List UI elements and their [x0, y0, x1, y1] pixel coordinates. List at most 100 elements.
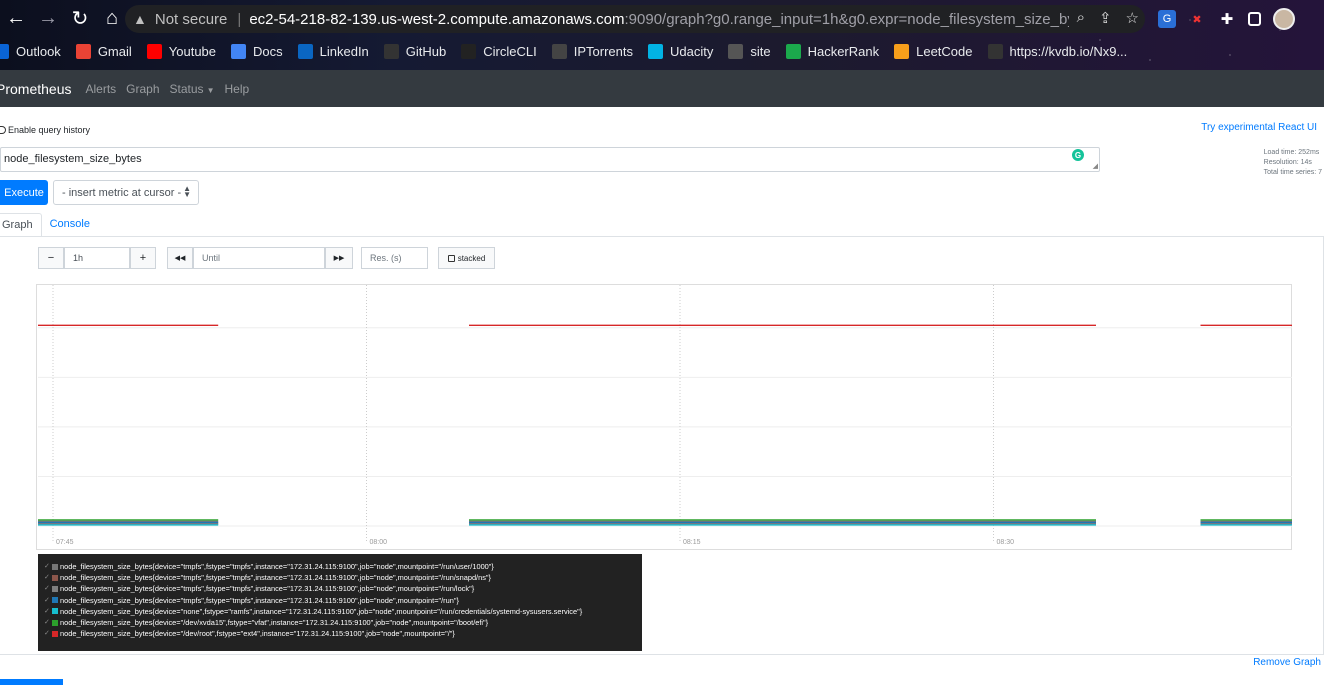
history-checkbox[interactable] [0, 126, 6, 134]
select-arrows-icon: ▲ ▼ [183, 184, 191, 199]
legend-item[interactable]: ✓ node_filesystem_size_bytes{device="none… [44, 606, 636, 617]
tab-graph[interactable]: Graph [0, 213, 42, 237]
back-icon[interactable]: ← [0, 3, 32, 35]
legend-item[interactable]: ✓ node_filesystem_size_bytes{device="tmpf… [44, 561, 636, 572]
nav-status[interactable]: Status ▼ [170, 82, 215, 96]
docs-icon [231, 43, 247, 59]
legend-swatch [52, 619, 58, 626]
legend-item[interactable]: ✓ node_filesystem_size_bytes{device="/dev… [44, 617, 636, 628]
bookmark-label: https://kvdb.io/Nx9... [1009, 43, 1128, 59]
legend-item[interactable]: ✓ node_filesystem_size_bytes{device="tmpf… [44, 595, 636, 606]
bookmark-iptorrents[interactable]: IPTorrents [551, 43, 633, 59]
not-secure-label: Not secure [154, 10, 228, 28]
legend-swatch [52, 574, 58, 581]
adblock-extension-icon[interactable]: ✖ [1188, 10, 1206, 28]
x-tick-label: 08:30 [997, 539, 1015, 546]
brand-link[interactable]: Prometheus [0, 81, 71, 97]
legend-swatch [52, 586, 58, 592]
youtube-icon [146, 43, 162, 59]
legend-item[interactable]: ✓ node_filesystem_size_bytes{device="/dev… [44, 628, 636, 639]
graph-canvas: 02G4G6G8G07:4508:0008:1508:30 [38, 285, 1292, 546]
resize-handle-icon[interactable]: ◢ [1093, 162, 1098, 170]
side-panel-icon[interactable] [1248, 12, 1261, 26]
caret-down-icon: ▼ [206, 85, 215, 95]
grammarly-icon[interactable]: G [1072, 149, 1084, 161]
zoom-icon[interactable]: ⌕ [1077, 9, 1085, 27]
site-icon [728, 43, 744, 59]
remove-graph-link[interactable]: Remove Graph [1253, 657, 1321, 668]
bookmark-label: HackerRank [807, 43, 880, 59]
bookmark-label: CircleCLI [483, 43, 537, 59]
bookmark-gmail[interactable]: Gmail [75, 43, 132, 59]
expression-input[interactable]: node_filesystem_size_bytes G ◢ [0, 147, 1100, 172]
until-forward-button[interactable]: ▶▶ [325, 247, 353, 269]
udacity-icon [647, 43, 663, 59]
legend-label: node_filesystem_size_bytes{device="tmpfs… [60, 595, 459, 605]
bookmark-kvdb[interactable]: https://kvdb.io/Nx9... [987, 43, 1128, 59]
bookmark-star-icon[interactable]: ☆ [1126, 9, 1139, 27]
nav-alerts[interactable]: Alerts [85, 82, 116, 96]
checkmark-icon: ✓ [44, 630, 50, 638]
share-icon[interactable]: ⇪ [1099, 9, 1112, 27]
metric-select-label: - insert metric at cursor - [62, 186, 182, 199]
url-separator: | [237, 10, 242, 28]
tab-console[interactable]: Console [42, 213, 98, 237]
iptorrents-icon [551, 43, 567, 59]
bookmark-label: site [750, 43, 771, 59]
tab-bar: Graph Console [0, 213, 98, 237]
bookmark-youtube[interactable]: Youtube [146, 43, 216, 59]
checkmark-icon: ✓ [44, 619, 50, 627]
bookmark-outlook[interactable]: Outlook [0, 43, 61, 59]
profile-avatar[interactable] [1273, 8, 1295, 30]
query-history-toggle[interactable]: Enable query history [0, 125, 90, 135]
bookmark-site[interactable]: site [728, 43, 771, 59]
expression-text: node_filesystem_size_bytes [4, 153, 142, 165]
bookmark-udacity[interactable]: Udacity [647, 43, 713, 59]
nav-graph[interactable]: Graph [126, 82, 159, 96]
checkmark-icon: ✓ [44, 585, 50, 593]
graph-legend: ✓ node_filesystem_size_bytes{device="tmpf… [38, 554, 642, 651]
address-bar[interactable]: ▲ Not secure | ec2-54-218-82-139.us-west… [125, 5, 1145, 33]
total-series: Total time series: 7 [1263, 169, 1322, 176]
resolution-input[interactable]: Res. (s) [361, 247, 428, 269]
execute-button[interactable]: Execute [0, 180, 48, 205]
until-back-button[interactable]: ◀◀ [167, 247, 193, 269]
range-increase-button[interactable]: + [130, 247, 156, 269]
bookmark-docs[interactable]: Docs [231, 43, 283, 59]
range-decrease-button[interactable]: − [38, 247, 64, 269]
legend-label: node_filesystem_size_bytes{device="tmpfs… [60, 584, 475, 594]
extensions-puzzle-icon[interactable]: ✚ [1218, 10, 1236, 28]
legend-label: node_filesystem_size_bytes{device="tmpfs… [60, 573, 492, 583]
reload-icon[interactable]: ↻ [64, 3, 96, 35]
add-graph-button[interactable] [0, 679, 63, 685]
bookmark-hackerrank[interactable]: HackerRank [785, 43, 880, 59]
url-host: ec2-54-218-82-139.us-west-2.compute.amaz… [249, 10, 625, 28]
translate-extension-icon[interactable]: G [1158, 10, 1176, 28]
stacked-toggle[interactable]: stacked [438, 247, 495, 269]
kvdb-icon [987, 43, 1003, 59]
until-input[interactable]: Until [193, 247, 325, 269]
bookmark-label: IPTorrents [573, 43, 633, 59]
graph-area[interactable]: 02G4G6G8G07:4508:0008:1508:30 [36, 284, 1292, 550]
legend-swatch [52, 563, 58, 570]
x-tick-label: 08:15 [683, 539, 701, 546]
bookmark-leetcode[interactable]: LeetCode [894, 43, 973, 59]
x-tick-label: 08:00 [370, 539, 388, 546]
bookmark-circleci[interactable]: CircleCLI [461, 43, 537, 59]
range-input[interactable]: 1h [64, 247, 130, 269]
graph-tab-pane: − 1h + ◀◀ Until ▶▶ Res. (s) stacked 02G4… [0, 236, 1324, 668]
react-ui-link[interactable]: Try experimental React UI [1201, 122, 1317, 133]
bookmark-github[interactable]: GitHub [383, 43, 446, 59]
legend-swatch [52, 597, 58, 604]
legend-label: node_filesystem_size_bytes{device="/dev/… [60, 629, 455, 639]
legend-item[interactable]: ✓ node_filesystem_size_bytes{device="tmpf… [44, 583, 636, 594]
nav-help[interactable]: Help [224, 82, 249, 96]
legend-item[interactable]: ✓ node_filesystem_size_bytes{device="tmpf… [44, 572, 636, 583]
bookmark-linkedin[interactable]: LinkedIn [297, 43, 369, 59]
checkmark-icon: ✓ [44, 563, 50, 570]
checkmark-icon: ✓ [44, 596, 50, 604]
home-icon[interactable]: ⌂ [96, 3, 128, 35]
forward-icon[interactable]: → [32, 3, 64, 35]
insert-metric-select[interactable]: - insert metric at cursor - ▲ ▼ [53, 180, 199, 205]
stacked-checkbox [447, 254, 455, 262]
